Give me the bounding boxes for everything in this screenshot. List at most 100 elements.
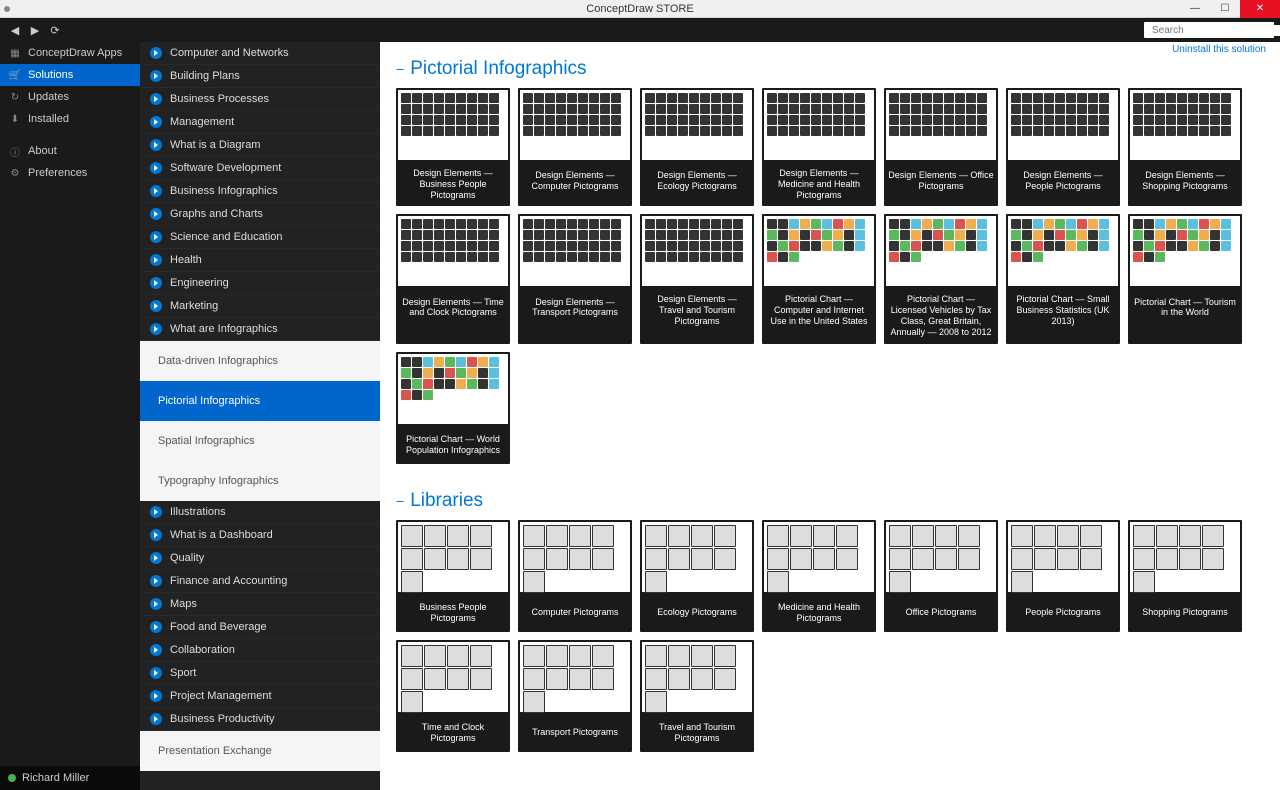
thumbnail bbox=[642, 90, 752, 160]
window-title: ConceptDraw STORE bbox=[586, 3, 693, 15]
card-label: Design Elements — Travel and Tourism Pic… bbox=[640, 288, 754, 332]
sidebar-item-installed[interactable]: ⬇Installed bbox=[0, 108, 140, 130]
category-business-processes[interactable]: Business Processes bbox=[140, 88, 380, 111]
category-finance-and-accounting[interactable]: Finance and Accounting bbox=[140, 570, 380, 593]
maximize-button[interactable]: ☐ bbox=[1210, 0, 1240, 18]
template-card[interactable]: Office Pictograms bbox=[884, 520, 998, 632]
template-card[interactable]: Time and Clock Pictograms bbox=[396, 640, 510, 752]
template-card[interactable]: Pictorial Chart — Tourism in the World bbox=[1128, 214, 1242, 343]
section-header-pictorial[interactable]: − Pictorial Infographics bbox=[396, 58, 1280, 80]
category-engineering[interactable]: Engineering bbox=[140, 272, 380, 295]
category-illustrations[interactable]: Illustrations bbox=[140, 501, 380, 524]
thumbnail bbox=[520, 522, 630, 592]
thumbnail bbox=[398, 90, 508, 160]
thumbnail bbox=[764, 90, 874, 160]
play-icon bbox=[150, 552, 162, 564]
category-maps[interactable]: Maps bbox=[140, 593, 380, 616]
template-card[interactable]: Medicine and Health Pictograms bbox=[762, 520, 876, 632]
template-card[interactable]: Computer Pictograms bbox=[518, 520, 632, 632]
thumbnail bbox=[642, 642, 752, 712]
template-card[interactable]: Pictorial Chart — Licensed Vehicles by T… bbox=[884, 214, 998, 343]
thumbnail bbox=[520, 90, 630, 160]
thumbnail bbox=[886, 522, 996, 592]
section-header-libraries[interactable]: − Libraries bbox=[396, 490, 1280, 512]
subcategory-presentation-exchange[interactable]: Presentation Exchange bbox=[140, 731, 380, 771]
template-card[interactable]: Ecology Pictograms bbox=[640, 520, 754, 632]
search-box[interactable] bbox=[1144, 22, 1274, 38]
template-card[interactable]: Pictorial Chart — World Population Infog… bbox=[396, 352, 510, 464]
template-card[interactable]: Pictorial Chart — Small Business Statist… bbox=[1006, 214, 1120, 343]
play-icon bbox=[150, 506, 162, 518]
template-card[interactable]: Design Elements — Ecology Pictograms bbox=[640, 88, 754, 206]
template-card[interactable]: Pictorial Chart — Computer and Internet … bbox=[762, 214, 876, 343]
template-card[interactable]: Design Elements — Travel and Tourism Pic… bbox=[640, 214, 754, 343]
card-label: Design Elements — Time and Clock Pictogr… bbox=[396, 288, 510, 326]
category-what-is-a-dashboard[interactable]: What is a Dashboard bbox=[140, 524, 380, 547]
card-label: People Pictograms bbox=[1006, 594, 1120, 632]
play-icon bbox=[150, 323, 162, 335]
thumbnail bbox=[1130, 522, 1240, 592]
template-card[interactable]: Travel and Tourism Pictograms bbox=[640, 640, 754, 752]
category-building-plans[interactable]: Building Plans bbox=[140, 65, 380, 88]
category-quality[interactable]: Quality bbox=[140, 547, 380, 570]
play-icon bbox=[150, 93, 162, 105]
category-food-and-beverage[interactable]: Food and Beverage bbox=[140, 616, 380, 639]
sidebar-item-updates[interactable]: ↻Updates bbox=[0, 86, 140, 108]
card-label: Design Elements — Computer Pictograms bbox=[518, 162, 632, 200]
sidebar-item-conceptdraw-apps[interactable]: ▦ConceptDraw Apps bbox=[0, 42, 140, 64]
category-what-are-infographics[interactable]: What are Infographics bbox=[140, 318, 380, 341]
minimize-button[interactable]: — bbox=[1180, 0, 1210, 18]
titlebar: ConceptDraw STORE — ☐ ✕ bbox=[0, 0, 1280, 18]
template-card[interactable]: Transport Pictograms bbox=[518, 640, 632, 752]
play-icon bbox=[150, 529, 162, 541]
template-card[interactable]: Design Elements — Time and Clock Pictogr… bbox=[396, 214, 510, 343]
templates-grid: Design Elements — Business People Pictog… bbox=[380, 88, 1280, 474]
subcategory-data-driven-infographics[interactable]: Data-driven Infographics bbox=[140, 341, 380, 381]
subcategory-typography-infographics[interactable]: Typography Infographics bbox=[140, 461, 380, 501]
forward-button[interactable]: ▶ bbox=[26, 21, 44, 39]
template-card[interactable]: Shopping Pictograms bbox=[1128, 520, 1242, 632]
category-what-is-a-diagram[interactable]: What is a Diagram bbox=[140, 134, 380, 157]
category-management[interactable]: Management bbox=[140, 111, 380, 134]
play-icon bbox=[150, 300, 162, 312]
play-icon bbox=[150, 254, 162, 266]
close-button[interactable]: ✕ bbox=[1240, 0, 1280, 18]
play-icon bbox=[150, 139, 162, 151]
template-card[interactable]: Design Elements — People Pictograms bbox=[1006, 88, 1120, 206]
card-label: Ecology Pictograms bbox=[640, 594, 754, 632]
reload-button[interactable]: ⟳ bbox=[46, 21, 64, 39]
template-card[interactable]: People Pictograms bbox=[1006, 520, 1120, 632]
app-menu-icon[interactable] bbox=[4, 6, 10, 12]
category-business-infographics[interactable]: Business Infographics bbox=[140, 180, 380, 203]
card-label: Shopping Pictograms bbox=[1128, 594, 1242, 632]
play-icon bbox=[150, 575, 162, 587]
template-card[interactable]: Business People Pictograms bbox=[396, 520, 510, 632]
category-sport[interactable]: Sport bbox=[140, 662, 380, 685]
category-business-productivity[interactable]: Business Productivity bbox=[140, 708, 380, 731]
sidebar-item-preferences[interactable]: ⚙Preferences bbox=[0, 162, 140, 184]
template-card[interactable]: Design Elements — Transport Pictograms bbox=[518, 214, 632, 343]
sidebar-item-about[interactable]: ⓘAbout bbox=[0, 140, 140, 162]
category-graphs-and-charts[interactable]: Graphs and Charts bbox=[140, 203, 380, 226]
back-button[interactable]: ◀ bbox=[6, 21, 24, 39]
category-science-and-education[interactable]: Science and Education bbox=[140, 226, 380, 249]
template-card[interactable]: Design Elements — Computer Pictograms bbox=[518, 88, 632, 206]
sidebar-item-solutions[interactable]: 🛒Solutions bbox=[0, 64, 140, 86]
template-card[interactable]: Design Elements — Office Pictograms bbox=[884, 88, 998, 206]
subcategory-pictorial-infographics[interactable]: Pictorial Infographics bbox=[140, 381, 380, 421]
template-card[interactable]: Design Elements — Medicine and Health Pi… bbox=[762, 88, 876, 206]
category-project-management[interactable]: Project Management bbox=[140, 685, 380, 708]
category-software-development[interactable]: Software Development bbox=[140, 157, 380, 180]
template-card[interactable]: Design Elements — Shopping Pictograms bbox=[1128, 88, 1242, 206]
category-computer-and-networks[interactable]: Computer and Networks bbox=[140, 42, 380, 65]
category-health[interactable]: Health bbox=[140, 249, 380, 272]
category-marketing[interactable]: Marketing bbox=[140, 295, 380, 318]
search-input[interactable] bbox=[1148, 25, 1280, 36]
subcategory-spatial-infographics[interactable]: Spatial Infographics bbox=[140, 421, 380, 461]
template-card[interactable]: Design Elements — Business People Pictog… bbox=[396, 88, 510, 206]
user-status[interactable]: Richard Miller bbox=[0, 766, 140, 790]
play-icon bbox=[150, 70, 162, 82]
category-collaboration[interactable]: Collaboration bbox=[140, 639, 380, 662]
uninstall-link[interactable]: Uninstall this solution bbox=[1172, 44, 1266, 55]
play-icon bbox=[150, 621, 162, 633]
